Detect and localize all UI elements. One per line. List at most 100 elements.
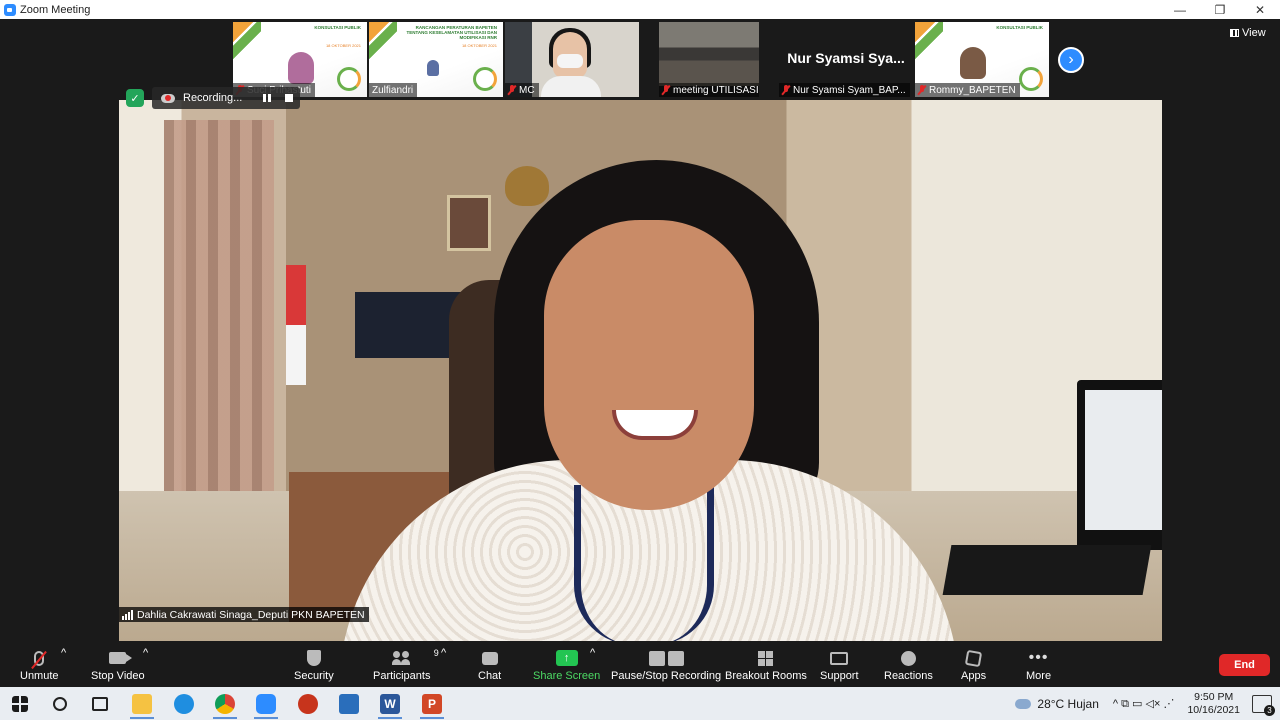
- apps-label: Apps: [961, 670, 987, 682]
- speaker-face: [544, 220, 754, 510]
- edge-browser-icon[interactable]: [174, 694, 194, 714]
- chat-button[interactable]: Chat: [478, 646, 501, 686]
- recording-indicator: Recording...: [152, 87, 300, 109]
- tray-icons[interactable]: ^ ⧉ ▭ ◁× ⋰: [1113, 697, 1175, 711]
- slide-date: 18 OKTOBER 2021: [461, 43, 497, 48]
- photos-icon[interactable]: [339, 694, 359, 714]
- grid-view-icon: [1230, 29, 1239, 37]
- mic-muted-icon: [662, 85, 670, 95]
- end-meeting-button[interactable]: End: [1219, 654, 1270, 676]
- chrome-browser-icon[interactable]: [215, 694, 235, 714]
- weather-text: 28°C Hujan: [1037, 696, 1099, 711]
- active-speaker-video: [119, 100, 1162, 641]
- notification-center-icon[interactable]: 3: [1252, 694, 1275, 716]
- close-button[interactable]: ✕: [1240, 0, 1280, 19]
- stop-video-label: Stop Video: [91, 670, 145, 682]
- more-label: More: [1026, 670, 1052, 682]
- support-icon: [830, 651, 849, 665]
- running-indicator: [378, 717, 402, 719]
- stop-recording-icon[interactable]: [285, 94, 293, 102]
- window-title-bar: Zoom Meeting — ❐ ✕: [0, 0, 1280, 19]
- flag: [286, 265, 306, 385]
- keyboard: [942, 545, 1152, 595]
- search-icon[interactable]: [53, 697, 67, 711]
- support-label: Support: [820, 670, 859, 682]
- participant-name: Rommy_BAPETEN: [929, 84, 1016, 96]
- meeting-toolbar: Unmute ^ Stop Video ^ Security 9 Partici…: [0, 641, 1280, 687]
- system-clock[interactable]: 9:50 PM 10/16/2021: [1187, 691, 1240, 717]
- participants-icon: [391, 651, 412, 665]
- security-button[interactable]: Security: [294, 646, 334, 686]
- garuda-emblem: [505, 166, 549, 206]
- support-button[interactable]: Support: [820, 646, 859, 686]
- participant-name: MC: [519, 84, 535, 96]
- notification-count: 3: [1264, 704, 1275, 716]
- video-camera-icon: [109, 652, 133, 664]
- more-dots-icon: •••: [1028, 649, 1049, 666]
- security-label: Security: [294, 670, 334, 682]
- view-button[interactable]: View: [1230, 27, 1266, 39]
- zoom-app-icon: [4, 3, 16, 16]
- signal-strength-icon: [122, 609, 133, 620]
- unmute-button[interactable]: Unmute: [20, 646, 59, 686]
- meeting-room-video: [659, 22, 759, 86]
- task-view-icon[interactable]: [92, 697, 108, 711]
- participant-thumbnail[interactable]: meeting UTILISASI: [659, 22, 759, 97]
- share-screen-icon: ↑: [555, 650, 578, 666]
- pause-stop-icon: [648, 650, 684, 666]
- clock-date: 10/16/2021: [1187, 703, 1240, 716]
- windows-taskbar: W P 28°C Hujan ^ ⧉ ▭ ◁× ⋰ 9:50 PM 10/16/…: [0, 687, 1280, 720]
- encryption-shield-icon[interactable]: ✓: [126, 89, 144, 107]
- view-label: View: [1242, 27, 1266, 39]
- pause-recording-icon[interactable]: [263, 94, 271, 102]
- reactions-label: Reactions: [884, 670, 933, 682]
- app-icon[interactable]: [298, 694, 318, 714]
- participant-thumbnail[interactable]: Nur Syamsi Sya... Nur Syamsi Syam_BAP...: [779, 22, 913, 97]
- powerpoint-icon[interactable]: P: [422, 694, 442, 714]
- monitor-screen: [1085, 390, 1162, 530]
- participants-options-caret[interactable]: ^: [441, 647, 446, 687]
- reactions-button[interactable]: Reactions: [884, 646, 933, 686]
- curtain: [164, 120, 274, 520]
- participant-name-tag: Rommy_BAPETEN: [915, 83, 1020, 97]
- face-mask: [557, 54, 583, 68]
- slide-body: RANCANGAN PERATURAN BAPETEN TENTANG KESE…: [406, 25, 498, 40]
- more-button[interactable]: ••• More: [1026, 646, 1051, 686]
- participant-name: Nur Syamsi Syam_BAP...: [793, 84, 906, 96]
- running-indicator: [420, 717, 444, 719]
- portrait-frame: [447, 195, 491, 251]
- participant-body: [541, 76, 601, 97]
- word-icon[interactable]: W: [380, 694, 400, 714]
- stop-video-button[interactable]: Stop Video: [91, 646, 145, 686]
- zoom-taskbar-icon[interactable]: [256, 694, 276, 714]
- bapeten-seal-icon: [473, 67, 497, 91]
- unmute-label: Unmute: [20, 670, 59, 682]
- breakout-rooms-button[interactable]: Breakout Rooms: [725, 646, 807, 686]
- windows-start-icon[interactable]: [12, 696, 28, 712]
- participants-button[interactable]: 9 Participants: [373, 646, 439, 686]
- participant-thumbnail[interactable]: MC: [505, 22, 639, 97]
- participant-face: [288, 52, 314, 84]
- participant-display-name: Nur Syamsi Sya...: [787, 50, 905, 66]
- restore-button[interactable]: ❐: [1200, 0, 1240, 19]
- apps-button[interactable]: Apps: [961, 646, 986, 686]
- share-options-caret[interactable]: ^: [590, 647, 595, 687]
- file-explorer-icon[interactable]: [132, 694, 152, 714]
- minimize-button[interactable]: —: [1160, 0, 1200, 19]
- recording-label: Recording...: [183, 92, 243, 104]
- video-options-caret[interactable]: ^: [143, 647, 148, 687]
- meeting-area: KONSULTASI PUBLIK 18 OKTOBER 2021 Suci P…: [0, 19, 1280, 641]
- slide-heading: KONSULTASI PUBLIK: [996, 25, 1043, 30]
- participant-name-tag: meeting UTILISASI: [659, 83, 759, 97]
- next-page-button[interactable]: ›: [1058, 47, 1084, 73]
- clock-time: 9:50 PM: [1194, 690, 1234, 703]
- participant-thumbnail[interactable]: KONSULTASI PUBLIK 18 OKTOBER 2021 Suci P…: [233, 22, 367, 97]
- weather-widget[interactable]: 28°C Hujan: [1015, 697, 1099, 711]
- chat-label: Chat: [478, 670, 502, 682]
- participants-label: Participants: [373, 670, 431, 682]
- audio-options-caret[interactable]: ^: [61, 647, 66, 687]
- pause-stop-recording-button[interactable]: Pause/Stop Recording: [611, 646, 721, 686]
- participant-thumbnail[interactable]: RANCANGAN PERATURAN BAPETEN TENTANG KESE…: [369, 22, 503, 97]
- participant-name-tag: MC: [505, 83, 539, 97]
- participant-thumbnail[interactable]: KONSULTASI PUBLIK Rommy_BAPETEN: [915, 22, 1049, 97]
